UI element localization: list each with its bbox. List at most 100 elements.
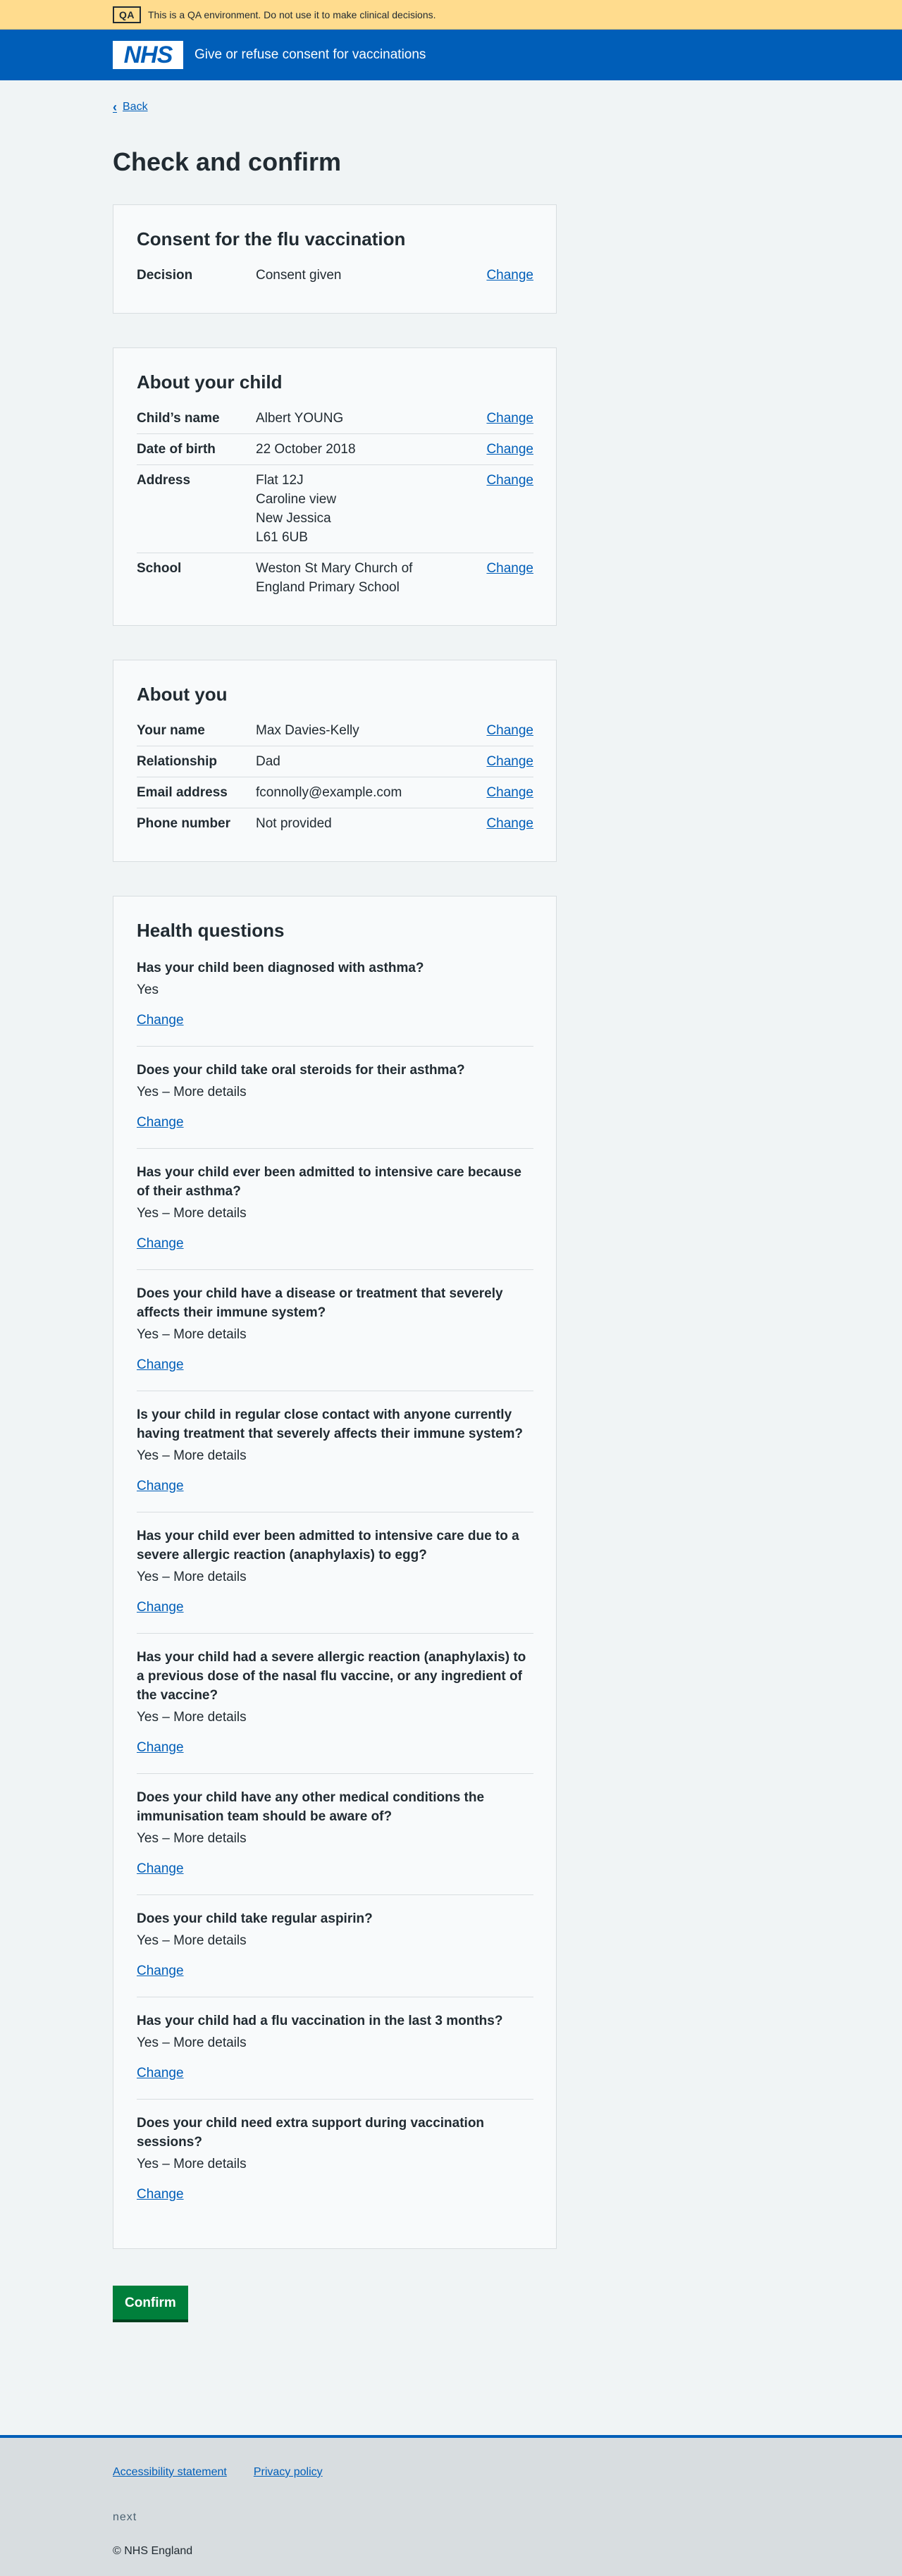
chevron-left-icon: ‹ <box>113 99 117 114</box>
change-answer-link[interactable]: Change <box>137 1114 184 1131</box>
summary-value: 22 October 2018 <box>256 442 356 457</box>
summary-row-dob: Date of birth 22 October 2018 Change <box>137 434 533 465</box>
change-answer-link[interactable]: Change <box>137 1235 184 1252</box>
child-card-title: About your child <box>137 371 283 393</box>
health-questions-list: Has your child been diagnosed with asthm… <box>137 951 533 2226</box>
health-questions-title: Health questions <box>137 920 285 941</box>
health-question: Does your child have a disease or treatm… <box>137 1286 503 1320</box>
health-question: Has your child ever been admitted to int… <box>137 1529 519 1563</box>
child-card: About your child Child’s name Albert YOU… <box>113 347 557 626</box>
summary-row-email: Email address fconnolly@example.com Chan… <box>137 777 533 808</box>
health-question-item: Has your child ever been admitted to int… <box>137 1149 533 1270</box>
change-answer-link[interactable]: Change <box>137 1478 184 1495</box>
health-answer: Yes – More details <box>137 1933 247 1948</box>
confirm-button[interactable]: Confirm <box>113 2286 188 2319</box>
summary-key: Email address <box>137 785 228 800</box>
health-question-item: Does your child take oral steroids for t… <box>137 1047 533 1149</box>
health-question: Has your child ever been admitted to int… <box>137 1165 521 1199</box>
back-label: Back <box>123 101 148 113</box>
summary-row-your-name: Your name Max Davies-Kelly Change <box>137 715 533 746</box>
change-dob-link[interactable]: Change <box>486 442 533 457</box>
environment-banner: QA This is a QA environment. Do not use … <box>0 0 902 30</box>
health-answer: Yes – More details <box>137 2157 247 2171</box>
health-answer: Yes <box>137 982 159 997</box>
environment-tag: QA <box>113 6 141 23</box>
change-relationship-link[interactable]: Change <box>486 754 533 769</box>
change-child-name-link[interactable]: Change <box>486 411 533 426</box>
footer-copyright: © NHS England <box>113 2545 193 2557</box>
change-answer-link[interactable]: Change <box>137 1963 184 1980</box>
change-email-link[interactable]: Change <box>486 785 533 800</box>
summary-key: Child’s name <box>137 411 220 426</box>
summary-row-school: School Weston St Mary Church of England … <box>137 553 533 603</box>
change-decision-link[interactable]: Change <box>486 268 533 283</box>
service-name: Give or refuse consent for vaccinations <box>194 47 426 62</box>
summary-value: Max Davies-Kelly <box>256 723 359 738</box>
health-question: Has your child had a severe allergic rea… <box>137 1650 526 1703</box>
health-questions-card: Health questions Has your child been dia… <box>113 896 557 2249</box>
health-question: Does your child have any other medical c… <box>137 1790 485 1824</box>
summary-key: Relationship <box>137 754 218 769</box>
summary-value: Dad <box>256 754 280 769</box>
summary-key: Your name <box>137 723 205 738</box>
health-question: Does your child need extra support durin… <box>137 2116 485 2150</box>
change-answer-link[interactable]: Change <box>137 1739 184 1756</box>
change-answer-link[interactable]: Change <box>137 2065 184 2082</box>
environment-warning: This is a QA environment. Do not use it … <box>148 8 436 20</box>
consent-card-title: Consent for the flu vaccination <box>137 228 406 249</box>
change-answer-link[interactable]: Change <box>137 1012 184 1029</box>
health-answer: Yes – More details <box>137 1206 247 1221</box>
summary-key: Phone number <box>137 816 231 831</box>
change-school-link[interactable]: Change <box>486 561 533 576</box>
health-question-item: Has your child been diagnosed with asthm… <box>137 951 533 1047</box>
address-line: Flat 12J <box>256 473 304 488</box>
summary-value: Not provided <box>256 816 332 831</box>
school-line: Weston St Mary Church of <box>256 561 413 576</box>
address-line: L61 6UB <box>256 530 308 545</box>
health-question: Has your child been diagnosed with asthm… <box>137 961 424 975</box>
back-link[interactable]: ‹ Back <box>113 99 557 116</box>
parent-card: About you Your name Max Davies-Kelly Cha… <box>113 660 557 862</box>
health-question-item: Has your child ever been admitted to int… <box>137 1512 533 1634</box>
change-answer-link[interactable]: Change <box>137 1599 184 1616</box>
health-question-item: Has your child had a severe allergic rea… <box>137 1634 533 1774</box>
summary-row-child-name: Child’s name Albert YOUNG Change <box>137 403 533 434</box>
footer-links: Accessibility statement Privacy policy <box>113 2466 557 2479</box>
change-your-name-link[interactable]: Change <box>486 723 533 738</box>
summary-value: Consent given <box>256 268 342 283</box>
privacy-policy-link[interactable]: Privacy policy <box>254 2466 323 2479</box>
health-answer: Yes – More details <box>137 2035 247 2050</box>
health-answer: Yes – More details <box>137 1831 247 1846</box>
summary-value: Flat 12J Caroline view New Jessica L61 6… <box>256 471 484 547</box>
change-answer-link[interactable]: Change <box>137 1357 184 1374</box>
site-header: NHS Give or refuse consent for vaccinati… <box>0 30 902 80</box>
summary-list: Child’s name Albert YOUNG Change Date of… <box>137 403 533 603</box>
summary-value: Weston St Mary Church of England Primary… <box>256 559 484 597</box>
health-question: Does your child take regular aspirin? <box>137 1911 373 1926</box>
health-answer: Yes – More details <box>137 1710 247 1725</box>
summary-list: Decision Consent given Change <box>137 260 533 290</box>
health-question: Is your child in regular close contact w… <box>137 1407 524 1441</box>
health-question: Has your child had a flu vaccination in … <box>137 2014 503 2028</box>
summary-key: Address <box>137 473 191 488</box>
change-answer-link[interactable]: Change <box>137 1861 184 1878</box>
summary-key: School <box>137 561 182 576</box>
health-answer: Yes – More details <box>137 1570 247 1584</box>
summary-key: Date of birth <box>137 442 216 457</box>
health-question-item: Has your child had a flu vaccination in … <box>137 1997 533 2100</box>
consent-card: Consent for the flu vaccination Decision… <box>113 204 557 314</box>
summary-key: Decision <box>137 268 193 283</box>
health-answer: Yes – More details <box>137 1448 247 1463</box>
parent-card-title: About you <box>137 684 228 705</box>
health-question-item: Is your child in regular close contact w… <box>137 1391 533 1512</box>
nhs-logo[interactable]: NHS <box>113 41 183 69</box>
change-phone-link[interactable]: Change <box>486 816 533 831</box>
footer-meta: next <box>113 2511 137 2523</box>
summary-value: Albert YOUNG <box>256 411 344 426</box>
accessibility-statement-link[interactable]: Accessibility statement <box>113 2466 227 2479</box>
health-question-item: Does your child take regular aspirin? Ye… <box>137 1895 533 1997</box>
summary-row-phone: Phone number Not provided Change <box>137 808 533 839</box>
change-answer-link[interactable]: Change <box>137 2186 184 2203</box>
health-question: Does your child take oral steroids for t… <box>137 1063 465 1078</box>
change-address-link[interactable]: Change <box>486 473 533 488</box>
